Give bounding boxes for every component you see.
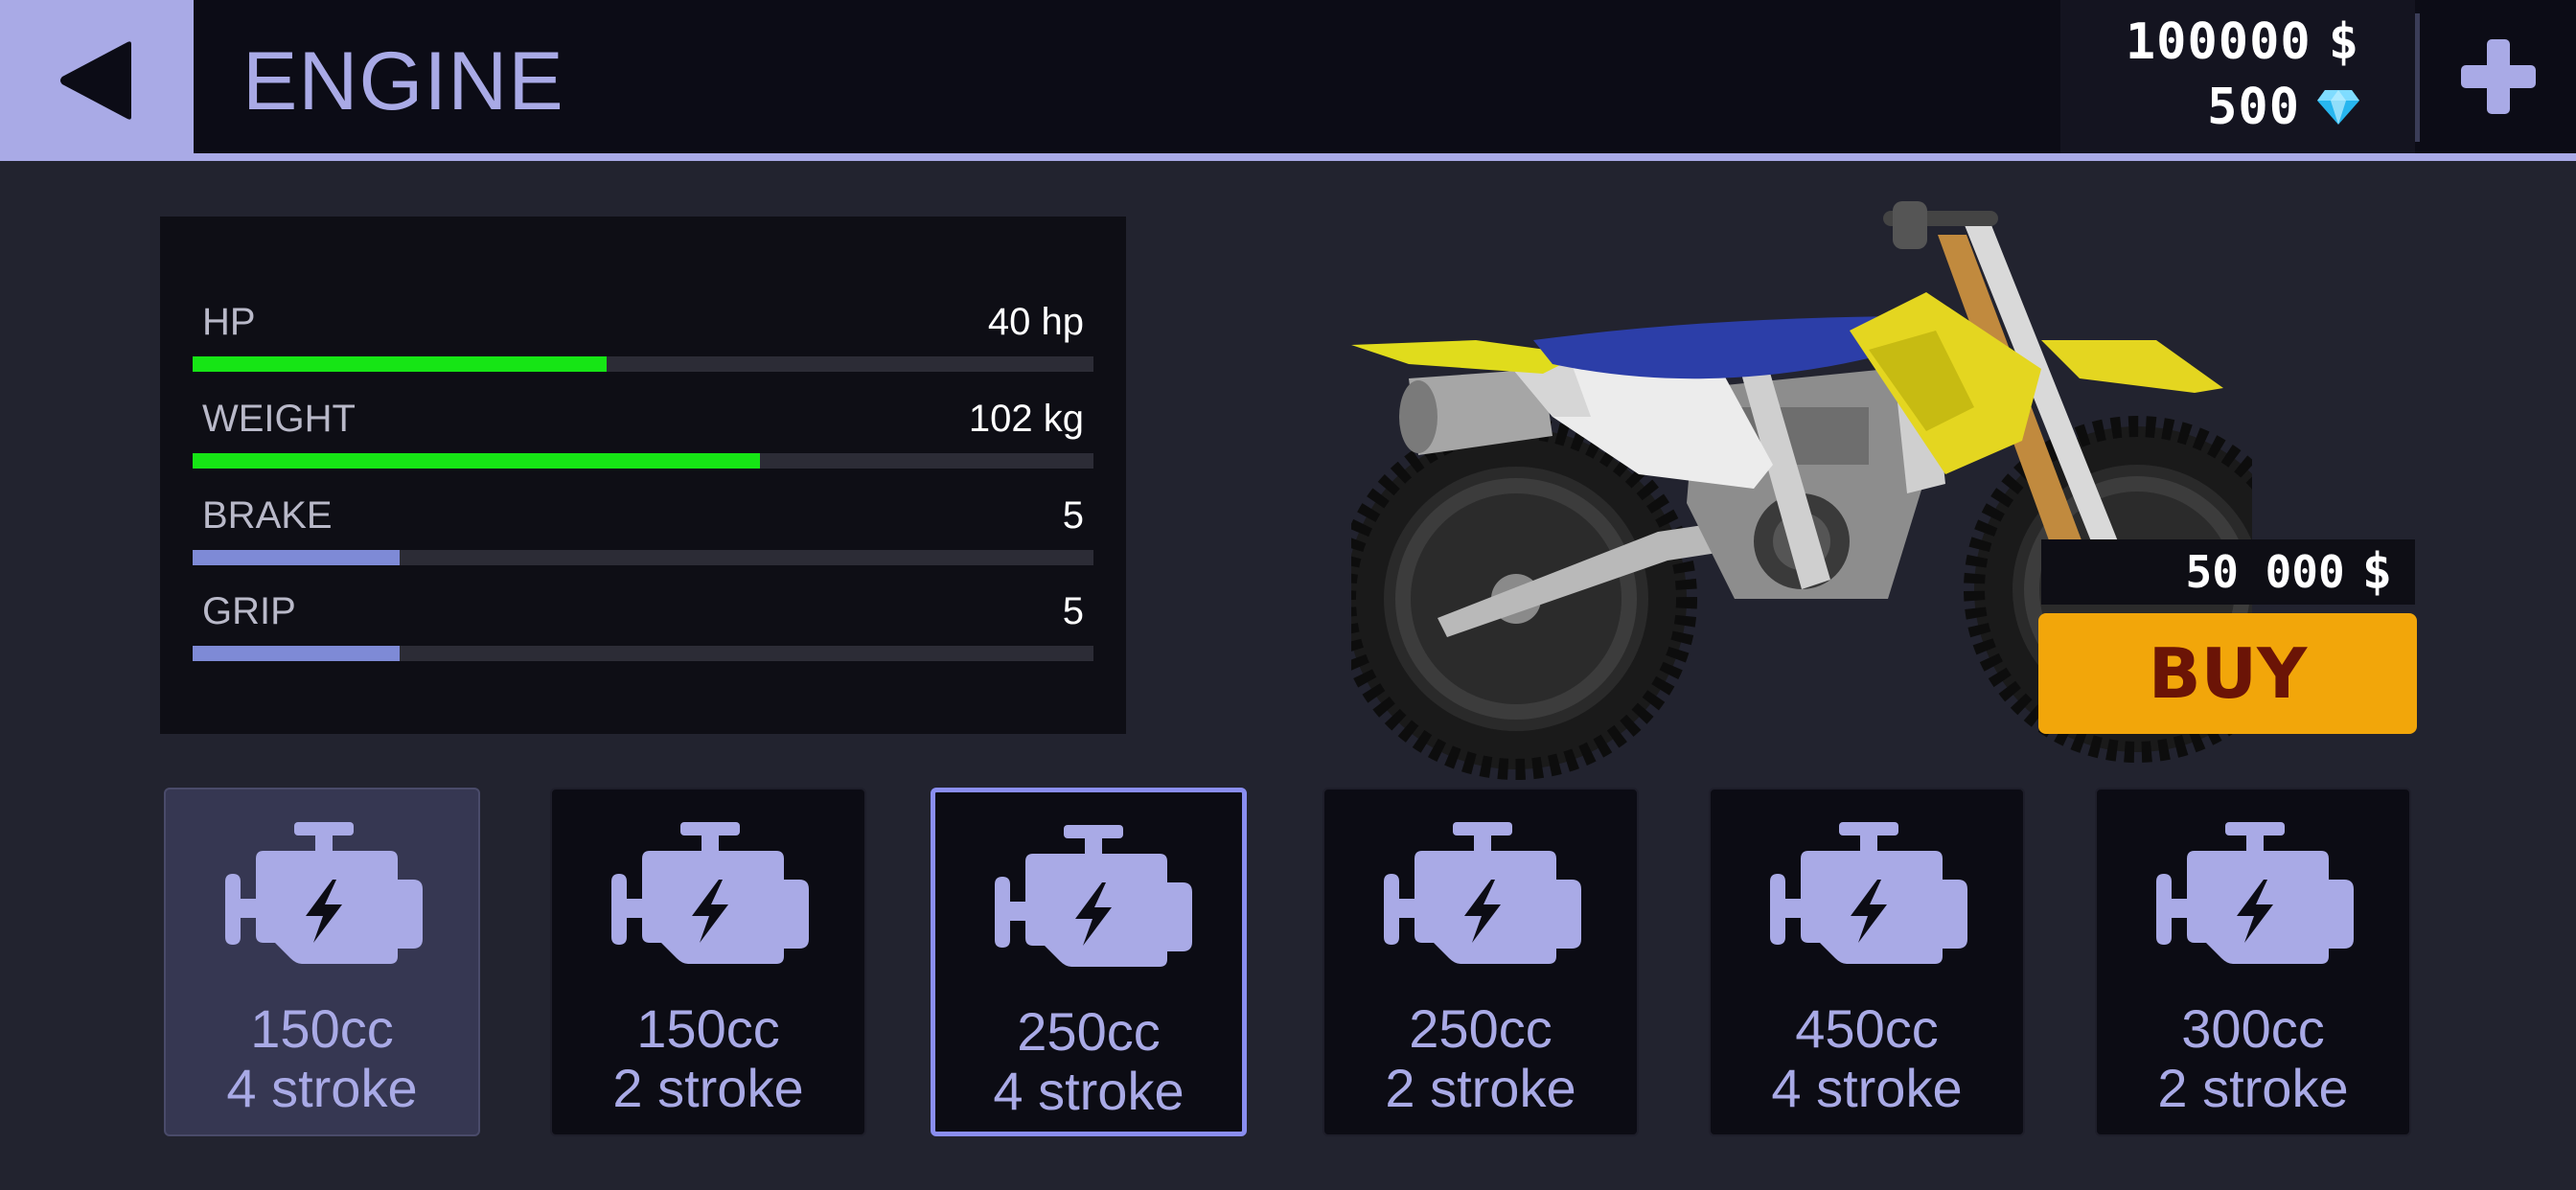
engine-card[interactable]: 150cc 2 stroke (550, 788, 866, 1136)
add-currency-button[interactable] (2421, 0, 2576, 153)
stats-panel: HP 40 hp WEIGHT 102 kg BRAKE 5 GRIP 5 (160, 217, 1126, 734)
engine-size: 150cc (250, 998, 394, 1059)
engine-icon (1770, 822, 1967, 964)
engine-icon (1384, 822, 1581, 964)
stat-bar-fill (193, 453, 761, 469)
page-title: ENGINE (242, 35, 564, 127)
engine-icon (225, 822, 423, 964)
engine-icon (995, 825, 1192, 967)
price-amount: 50 000 (2185, 546, 2345, 598)
engine-type: 2 stroke (2157, 1058, 2349, 1118)
cash-symbol: $ (2328, 13, 2359, 71)
engine-size: 450cc (1795, 998, 1939, 1059)
cash-amount: 100000 (2125, 13, 2312, 71)
back-arrow-icon (60, 41, 131, 120)
header-divider (2415, 13, 2420, 142)
engine-type: 2 stroke (612, 1058, 804, 1118)
engine-size: 150cc (636, 998, 780, 1059)
stat-value: 40 hp (987, 301, 1084, 343)
stat-value: 5 (1062, 590, 1084, 632)
price-currency-symbol: $ (2361, 543, 2392, 601)
stat-brake: BRAKE 5 (193, 492, 1093, 569)
cash-balance: 100000 $ (2126, 13, 2359, 71)
stat-bar (193, 550, 1093, 565)
engine-type: 4 stroke (1771, 1058, 1963, 1118)
price-tag: 50 000 $ (2041, 539, 2415, 605)
stat-value: 5 (1062, 494, 1084, 537)
plus-icon (2461, 39, 2536, 114)
stat-hp: HP 40 hp (193, 299, 1093, 376)
engine-size: 250cc (1017, 1001, 1161, 1062)
engine-size: 250cc (1409, 998, 1552, 1059)
diamond-icon (2317, 90, 2359, 125)
stat-bar-fill (193, 550, 401, 565)
back-button[interactable] (0, 0, 194, 161)
engine-card[interactable]: 300cc 2 stroke (2095, 788, 2411, 1136)
stat-label: HP (202, 301, 256, 343)
gem-amount: 500 (2207, 79, 2300, 136)
stat-label: BRAKE (202, 494, 333, 537)
top-bar-divider (0, 153, 2576, 161)
currency-display: 100000 $ 500 (2060, 0, 2415, 153)
engine-card[interactable]: 450cc 4 stroke (1709, 788, 2025, 1136)
stat-label: GRIP (202, 590, 296, 632)
stat-label: WEIGHT (202, 398, 356, 440)
stat-bar (193, 646, 1093, 661)
engine-icon (611, 822, 809, 964)
stat-grip: GRIP 5 (193, 588, 1093, 665)
engine-icon (2156, 822, 2354, 964)
engine-type: 2 stroke (1385, 1058, 1576, 1118)
engine-type: 4 stroke (226, 1058, 418, 1118)
engine-card[interactable]: 150cc 4 stroke (164, 788, 480, 1136)
stat-bar (193, 356, 1093, 372)
engine-card[interactable]: 250cc 4 stroke (931, 788, 1247, 1136)
engine-size: 300cc (2181, 998, 2325, 1059)
stat-bar (193, 453, 1093, 469)
stat-bar-fill (193, 356, 608, 372)
buy-button[interactable]: BUY (2038, 613, 2417, 734)
engine-card[interactable]: 250cc 2 stroke (1322, 788, 1639, 1136)
gem-balance: 500 (2207, 79, 2359, 136)
stat-weight: WEIGHT 102 kg (193, 396, 1093, 472)
stat-value: 102 kg (968, 398, 1084, 440)
engine-type: 4 stroke (993, 1061, 1184, 1121)
stat-bar-fill (193, 646, 401, 661)
